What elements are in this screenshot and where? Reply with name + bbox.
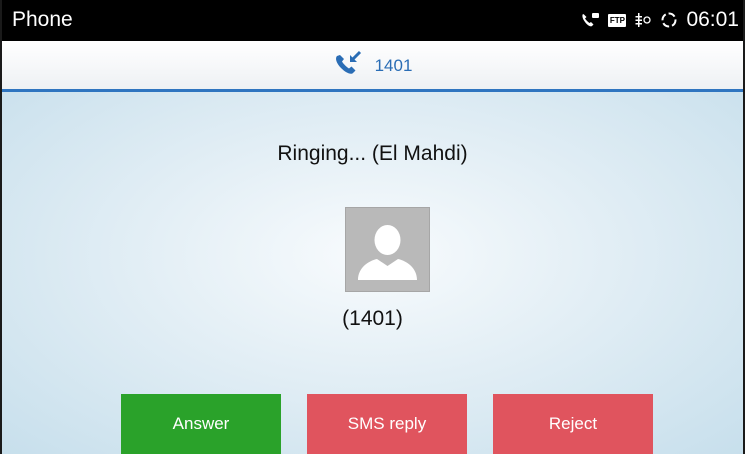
incoming-call-icon (333, 49, 367, 82)
app-title: Phone (12, 8, 73, 31)
avatar (345, 207, 430, 292)
call-header: 1401 (2, 41, 743, 92)
sms-reply-button[interactable]: SMS reply (307, 394, 467, 454)
answer-button[interactable]: Answer (121, 394, 281, 454)
clock: 06:01 (686, 8, 739, 31)
call-status-icon (580, 12, 600, 28)
status-icons: FTP 06:01 (580, 8, 739, 32)
contact-silhouette-icon (358, 225, 417, 280)
reject-button[interactable]: Reject (493, 394, 653, 454)
ftp-icon: FTP (608, 13, 627, 27)
phone-screen: Phone FTP 06:01 1401 Ringing... (El Mahd… (0, 0, 745, 454)
sync-icon (660, 11, 678, 29)
ringing-status: Ringing... (El Mahdi) (277, 142, 468, 165)
caller-number: (1401) (342, 307, 403, 330)
status-bar: Phone FTP 06:01 (2, 0, 743, 41)
usb-icon (634, 11, 652, 29)
header-number: 1401 (374, 56, 413, 75)
call-area: Ringing... (El Mahdi) (1401) Answer SMS … (2, 92, 743, 454)
